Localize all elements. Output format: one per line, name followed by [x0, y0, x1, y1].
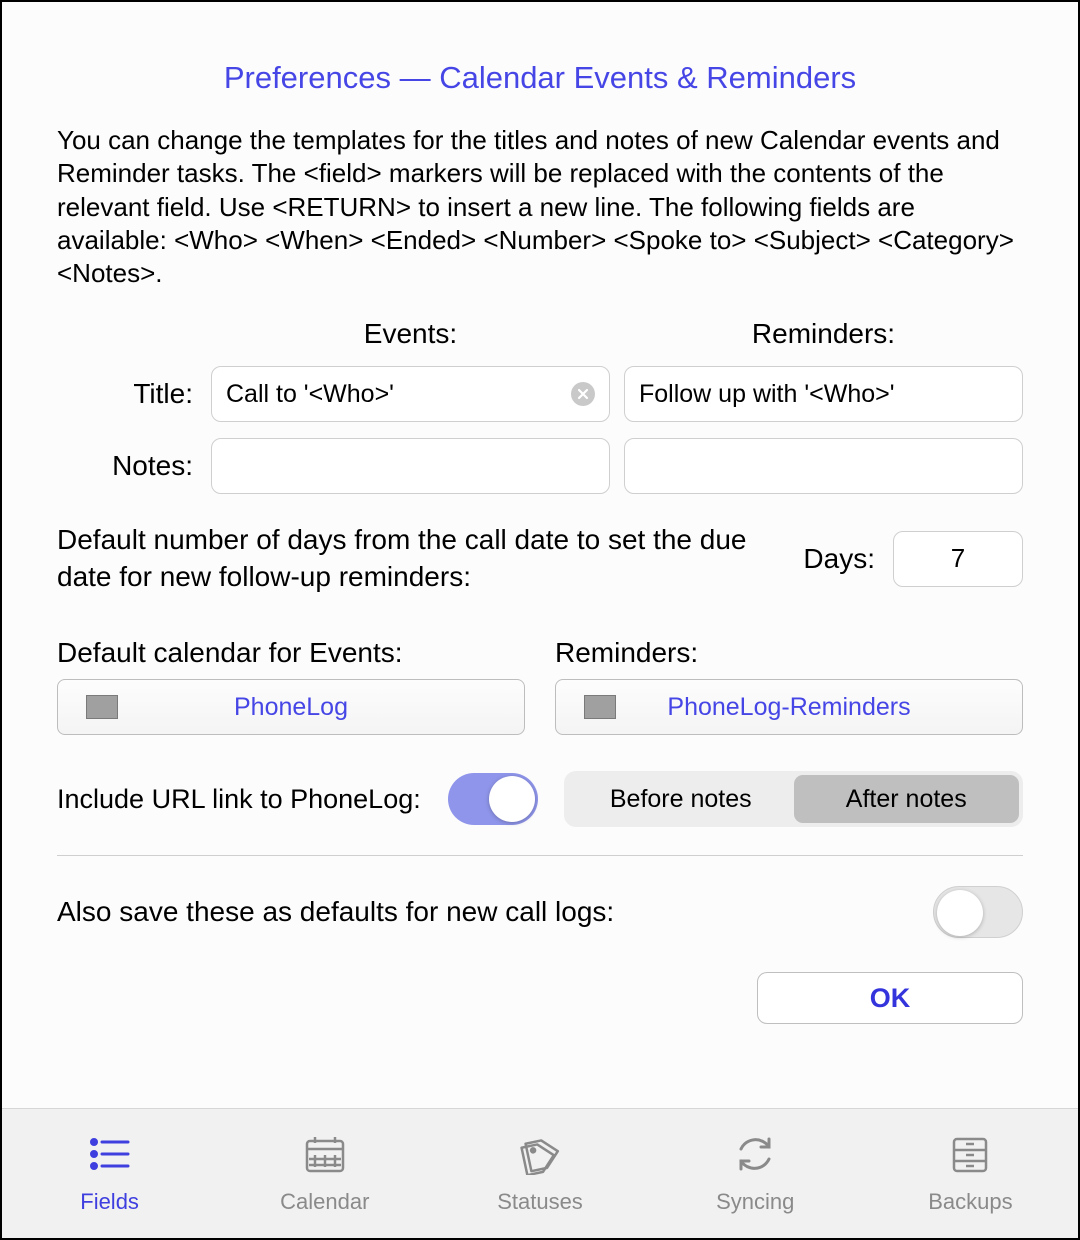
reminders-title-input[interactable]: Follow up with '<Who>'	[624, 366, 1023, 422]
default-calendar-events-label: Default calendar for Events:	[57, 637, 525, 669]
events-calendar-picker[interactable]: PhoneLog	[57, 679, 525, 735]
divider	[57, 855, 1023, 856]
reminders-calendar-value: PhoneLog-Reminders	[667, 693, 910, 722]
events-title-input[interactable]: Call to '<Who>'	[211, 366, 610, 422]
page-title: Preferences — Calendar Events & Reminder…	[57, 60, 1023, 96]
reminders-column-header: Reminders:	[624, 318, 1023, 350]
list-icon	[86, 1133, 134, 1181]
archive-icon	[946, 1133, 994, 1181]
events-column-header: Events:	[211, 318, 610, 350]
preferences-window: Preferences — Calendar Events & Reminder…	[0, 0, 1080, 1240]
url-link-toggle[interactable]	[448, 773, 538, 825]
ok-button[interactable]: OK	[757, 972, 1023, 1024]
days-label: Days:	[803, 543, 875, 575]
tab-label: Calendar	[280, 1189, 369, 1215]
clear-icon[interactable]	[571, 382, 595, 406]
tab-fields[interactable]: Fields	[2, 1109, 217, 1238]
segment-after-notes[interactable]: After notes	[794, 775, 1020, 823]
calendar-color-swatch	[86, 695, 118, 719]
days-description: Default number of days from the call dat…	[57, 522, 803, 595]
sync-icon	[731, 1133, 779, 1181]
reminders-notes-input[interactable]	[624, 438, 1023, 494]
reminders-calendar-picker[interactable]: PhoneLog-Reminders	[555, 679, 1023, 735]
notes-row-label: Notes:	[57, 450, 197, 482]
template-grid: Events: Reminders: Title: Call to '<Who>…	[57, 318, 1023, 494]
calendar-icon	[301, 1133, 349, 1181]
days-row: Default number of days from the call dat…	[57, 522, 1023, 595]
default-calendar-reminders-label: Reminders:	[555, 637, 1023, 669]
tab-statuses[interactable]: Statuses	[432, 1109, 647, 1238]
calendars-row: Default calendar for Events: PhoneLog Re…	[57, 637, 1023, 735]
tab-label: Backups	[928, 1189, 1012, 1215]
intro-text: You can change the templates for the tit…	[57, 124, 1023, 290]
save-defaults-toggle[interactable]	[933, 886, 1023, 938]
tab-calendar[interactable]: Calendar	[217, 1109, 432, 1238]
content-area: Preferences — Calendar Events & Reminder…	[2, 2, 1078, 1108]
url-link-label: Include URL link to PhoneLog:	[57, 784, 422, 815]
save-defaults-label: Also save these as defaults for new call…	[57, 896, 614, 928]
calendar-color-swatch	[584, 695, 616, 719]
tab-label: Fields	[80, 1189, 139, 1215]
url-link-row: Include URL link to PhoneLog: Before not…	[57, 771, 1023, 827]
segment-before-notes[interactable]: Before notes	[568, 775, 794, 823]
reminders-title-value: Follow up with '<Who>'	[639, 380, 1008, 409]
toggle-knob	[937, 890, 983, 936]
tags-icon	[516, 1133, 564, 1181]
tab-bar: Fields Calendar	[2, 1108, 1078, 1238]
title-row-label: Title:	[57, 378, 197, 410]
url-position-segmented[interactable]: Before notes After notes	[564, 771, 1023, 827]
events-notes-input[interactable]	[211, 438, 610, 494]
tab-label: Syncing	[716, 1189, 794, 1215]
days-input[interactable]: 7	[893, 531, 1023, 587]
toggle-knob	[489, 776, 535, 822]
tab-syncing[interactable]: Syncing	[648, 1109, 863, 1238]
events-calendar-value: PhoneLog	[234, 693, 348, 722]
tab-label: Statuses	[497, 1189, 583, 1215]
save-defaults-row: Also save these as defaults for new call…	[57, 886, 1023, 938]
tab-backups[interactable]: Backups	[863, 1109, 1078, 1238]
events-title-value: Call to '<Who>'	[226, 380, 571, 409]
